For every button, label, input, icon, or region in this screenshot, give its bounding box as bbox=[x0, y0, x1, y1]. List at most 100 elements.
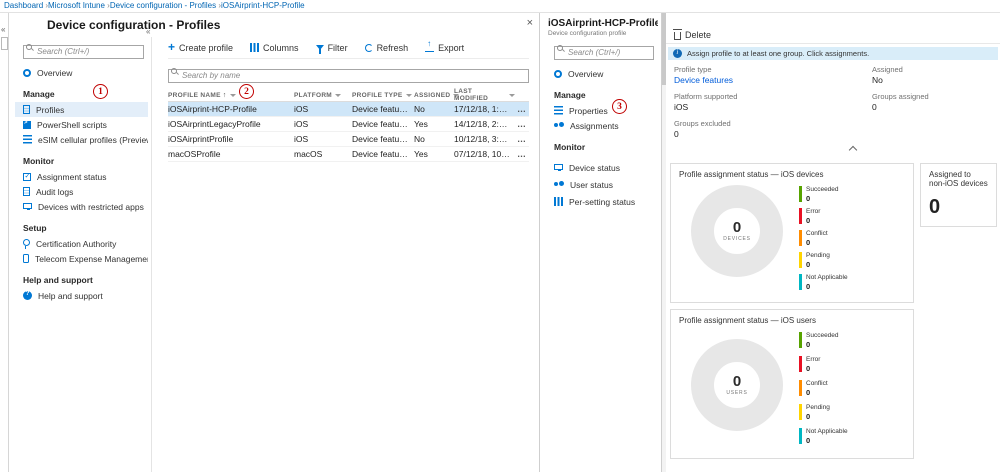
card-assignment-status-devices: Profile assignment status — iOS devices … bbox=[670, 163, 914, 303]
export-label: Export bbox=[438, 43, 464, 53]
filter-caret-icon bbox=[509, 94, 515, 97]
cell-platform: macOS bbox=[294, 149, 352, 159]
table-row[interactable]: macOSProfile macOS Device features Yes 0… bbox=[168, 147, 529, 162]
sidebar-item-telecom-expense[interactable]: Telecom Expense Management bbox=[15, 251, 148, 266]
filter-label: Filter bbox=[328, 43, 348, 53]
sidebar-item-assignment-status[interactable]: Assignment status bbox=[15, 169, 148, 184]
sidebar-item-properties[interactable]: Properties bbox=[546, 103, 658, 118]
legend-value: 0 bbox=[806, 436, 848, 445]
sidebar-item-esim-profiles[interactable]: eSIM cellular profiles (Preview) bbox=[15, 132, 148, 147]
sidebar-item-label: Certification Authority bbox=[36, 239, 116, 249]
cell-platform: iOS bbox=[294, 104, 352, 114]
overview-icon bbox=[23, 69, 31, 77]
cell-platform: iOS bbox=[294, 119, 352, 129]
column-label: PROFILE NAME bbox=[168, 92, 221, 99]
sidebar-item-overview[interactable]: Overview bbox=[546, 66, 658, 81]
sidebar-item-overview[interactable]: Overview bbox=[15, 65, 148, 80]
collapse-essentials-icon[interactable] bbox=[849, 146, 857, 154]
profile-overview-panel: Delete Assign profile to at least one gr… bbox=[662, 13, 1000, 472]
field-value: No bbox=[872, 75, 992, 85]
legend-item: Not Applicable0 bbox=[799, 274, 848, 291]
legend-item: Error0 bbox=[799, 356, 848, 373]
delete-label: Delete bbox=[685, 30, 711, 40]
audit-logs-icon bbox=[23, 187, 30, 196]
blade1-collapse-icon[interactable]: « bbox=[146, 27, 150, 36]
table-row[interactable]: iOSAirprint-HCP-Profile iOS Device featu… bbox=[168, 102, 529, 117]
donut-center-value: 0 bbox=[733, 220, 741, 235]
breadcrumb-item[interactable]: Device configuration - Profiles bbox=[110, 1, 221, 10]
legend-color-bar bbox=[799, 274, 802, 290]
table-row[interactable]: iOSAirprintProfile iOS Device features N… bbox=[168, 132, 529, 147]
column-header-assigned[interactable]: ASSIGNED bbox=[414, 92, 454, 99]
field-value: 0 bbox=[674, 129, 864, 139]
cell-profile-name: iOSAirprintLegacyProfile bbox=[168, 119, 294, 129]
sidebar-item-powershell-scripts[interactable]: PowerShell scripts bbox=[15, 117, 148, 132]
profiles-icon bbox=[23, 105, 30, 114]
field-assigned: Assigned No bbox=[872, 65, 992, 85]
legend-item: Succeeded0 bbox=[799, 332, 848, 349]
table-row[interactable]: iOSAirprintLegacyProfile iOS Device feat… bbox=[168, 117, 529, 132]
columns-button[interactable]: Columns bbox=[250, 43, 299, 53]
cell-profile-name: macOSProfile bbox=[168, 149, 294, 159]
cell-last-modified: 07/12/18, 10:22 am bbox=[454, 149, 515, 159]
column-header-profile-type[interactable]: PROFILE TYPE bbox=[352, 92, 414, 99]
sidebar-item-assignments[interactable]: Assignments bbox=[546, 118, 658, 133]
search-icon bbox=[26, 44, 32, 50]
filter-button[interactable]: Filter bbox=[316, 43, 348, 53]
assignment-info-banner[interactable]: Assign profile to at least one group. Cl… bbox=[668, 47, 998, 60]
list-search-input[interactable] bbox=[168, 69, 529, 83]
sidebar-item-profiles[interactable]: Profiles bbox=[15, 102, 148, 117]
assignment-status-icon bbox=[23, 173, 31, 181]
sidebar-item-label: Assignment status bbox=[37, 172, 106, 182]
sidebar-item-label: Audit logs bbox=[36, 187, 73, 197]
field-label: Assigned bbox=[872, 65, 992, 74]
sidebar-item-device-status[interactable]: Device status bbox=[546, 160, 658, 175]
cell-profile-name: iOSAirprint-HCP-Profile bbox=[168, 104, 294, 114]
section-header-manage: Manage bbox=[23, 89, 148, 99]
blade1-search bbox=[23, 41, 144, 59]
legend-item: Error0 bbox=[799, 208, 848, 225]
blade1-search-input[interactable] bbox=[23, 45, 144, 59]
delete-button[interactable]: Delete bbox=[674, 30, 711, 40]
breadcrumb-item[interactable]: iOSAirprint-HCP-Profile bbox=[221, 1, 305, 10]
breadcrumb-item[interactable]: Microsoft Intune bbox=[48, 1, 110, 10]
create-profile-button[interactable]: + Create profile bbox=[168, 43, 233, 53]
legend-item: Succeeded0 bbox=[799, 186, 848, 203]
sidebar-item-certification-authority[interactable]: Certification Authority bbox=[15, 236, 148, 251]
row-context-menu-icon[interactable]: … bbox=[515, 134, 529, 144]
cell-last-modified: 14/12/18, 2:38 pm bbox=[454, 119, 515, 129]
legend-label: Conflict bbox=[806, 230, 828, 237]
column-header-platform[interactable]: PLATFORM bbox=[294, 92, 352, 99]
blade1-header: Device configuration - Profiles « × bbox=[9, 13, 539, 37]
column-header-profile-name[interactable]: PROFILE NAME ↑ bbox=[168, 92, 294, 99]
row-context-menu-icon[interactable]: … bbox=[515, 104, 529, 114]
sidebar-item-user-status[interactable]: User status bbox=[546, 177, 658, 192]
breadcrumb-item[interactable]: Dashboard bbox=[4, 1, 48, 10]
blade1-close-icon[interactable]: × bbox=[527, 17, 533, 29]
legend-color-bar bbox=[799, 186, 802, 202]
sidebar-item-per-setting-status[interactable]: Per-setting status bbox=[546, 194, 658, 209]
properties-icon bbox=[554, 106, 563, 115]
sidebar-item-devices-restricted-apps[interactable]: Devices with restricted apps bbox=[15, 199, 148, 214]
blade2-search-input[interactable] bbox=[554, 46, 654, 60]
sidebar-item-audit-logs[interactable]: Audit logs bbox=[15, 184, 148, 199]
column-header-last-modified[interactable]: LAST MODIFIED bbox=[454, 88, 515, 102]
card-title: Profile assignment status — iOS users bbox=[679, 316, 905, 325]
user-status-icon bbox=[554, 180, 564, 189]
rail-collapse-icon[interactable]: « bbox=[1, 25, 5, 34]
profile-type-link[interactable]: Device features bbox=[674, 75, 864, 85]
search-icon bbox=[171, 68, 177, 74]
filter-caret-icon bbox=[335, 94, 341, 97]
help-icon bbox=[23, 291, 32, 300]
cell-platform: iOS bbox=[294, 134, 352, 144]
row-context-menu-icon[interactable]: … bbox=[515, 149, 529, 159]
export-button[interactable]: Export bbox=[425, 43, 464, 53]
legend-value: 0 bbox=[806, 260, 830, 269]
sidebar-item-help-support[interactable]: Help and support bbox=[15, 288, 148, 303]
field-value: iOS bbox=[674, 102, 864, 112]
refresh-button[interactable]: Refresh bbox=[365, 43, 409, 53]
scrollbar-thumb[interactable] bbox=[662, 13, 666, 85]
column-label: PROFILE TYPE bbox=[352, 92, 403, 99]
row-context-menu-icon[interactable]: … bbox=[515, 119, 529, 129]
field-groups-excluded: Groups excluded 0 bbox=[674, 119, 864, 139]
